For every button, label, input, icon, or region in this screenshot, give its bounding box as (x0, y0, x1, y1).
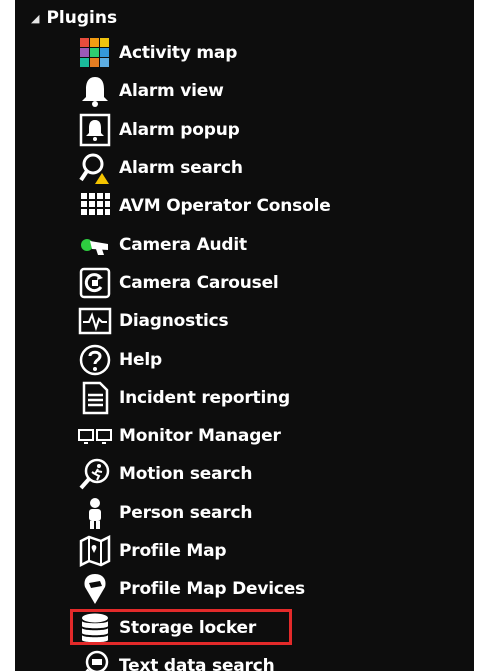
tree-item-storage-locker[interactable]: Storage locker (70, 608, 468, 646)
tree-item-camera-audit[interactable]: Camera Audit (78, 225, 468, 263)
text-search-icon (78, 649, 112, 671)
tree-item-diagnostics[interactable]: Diagnostics (78, 302, 468, 340)
tree-item-motion-search[interactable]: Motion search (78, 455, 468, 493)
tree-item-text-data-search[interactable]: Text data search (78, 647, 468, 671)
tree-item-label: Person search (119, 502, 253, 523)
diagnostics-icon (78, 304, 112, 338)
tree-item-label: Camera Carousel (119, 272, 279, 293)
tree-item-label: AVM Operator Console (119, 196, 331, 217)
person-icon (78, 496, 112, 530)
tree-item-camera-carousel[interactable]: Camera Carousel (78, 264, 468, 302)
tree-item-label: Monitor Manager (119, 426, 281, 447)
tree-item-label: Activity map (119, 43, 238, 64)
camera-audit-icon (78, 228, 112, 262)
tree-item-profile-map-devices[interactable]: Profile Map Devices (78, 570, 468, 608)
expand-caret-icon[interactable]: ◢ (31, 12, 39, 25)
map-devices-icon (78, 572, 112, 606)
motion-search-icon (78, 457, 112, 491)
tree-item-label: Storage locker (119, 617, 257, 638)
tree-item-activity-map[interactable]: Activity map (78, 34, 468, 72)
grid-console-icon (78, 189, 112, 223)
tree-item-label: Alarm popup (119, 119, 240, 140)
database-icon (78, 611, 112, 645)
bell-icon (78, 74, 112, 108)
tree-item-label: Profile Map Devices (119, 579, 305, 600)
tree-item-person-search[interactable]: Person search (78, 494, 468, 532)
help-icon (78, 343, 112, 377)
document-icon (78, 381, 112, 415)
tree-item-label: Profile Map (119, 541, 227, 561)
camera-carousel-icon (78, 266, 112, 300)
plugins-tree-node[interactable]: ◢ Plugins (31, 8, 117, 28)
activity-map-icon (78, 36, 112, 70)
tree-item-label: Camera Audit (119, 234, 247, 255)
monitors-icon (78, 419, 112, 453)
tree-item-monitor-manager[interactable]: Monitor Manager (78, 417, 468, 455)
plugins-tree-panel: ◢ Plugins Activity map Alarm view Alarm … (15, 0, 474, 671)
tree-item-alarm-view[interactable]: Alarm view (78, 72, 468, 110)
alarm-search-icon (78, 151, 112, 185)
tree-item-label: Incident reporting (119, 387, 290, 408)
alarm-popup-icon (78, 113, 112, 147)
tree-item-label: Text data search (119, 655, 275, 671)
tree-item-alarm-search[interactable]: Alarm search (78, 149, 468, 187)
map-icon (78, 534, 112, 568)
plugins-list: Activity map Alarm view Alarm popup Alar… (70, 34, 468, 671)
tree-item-label: Motion search (119, 464, 253, 485)
tree-item-label: Alarm view (119, 81, 224, 102)
tree-item-alarm-popup[interactable]: Alarm popup (78, 111, 468, 149)
plugins-node-label: Plugins (46, 8, 118, 28)
tree-item-avm-operator-console[interactable]: AVM Operator Console (78, 187, 468, 225)
tree-item-label: Help (119, 349, 162, 370)
tree-item-help[interactable]: Help (78, 340, 468, 378)
tree-item-label: Alarm search (119, 158, 243, 179)
tree-item-profile-map[interactable]: Profile Map (78, 532, 468, 570)
tree-item-incident-reporting[interactable]: Incident reporting (78, 379, 468, 417)
tree-item-label: Diagnostics (119, 311, 229, 332)
